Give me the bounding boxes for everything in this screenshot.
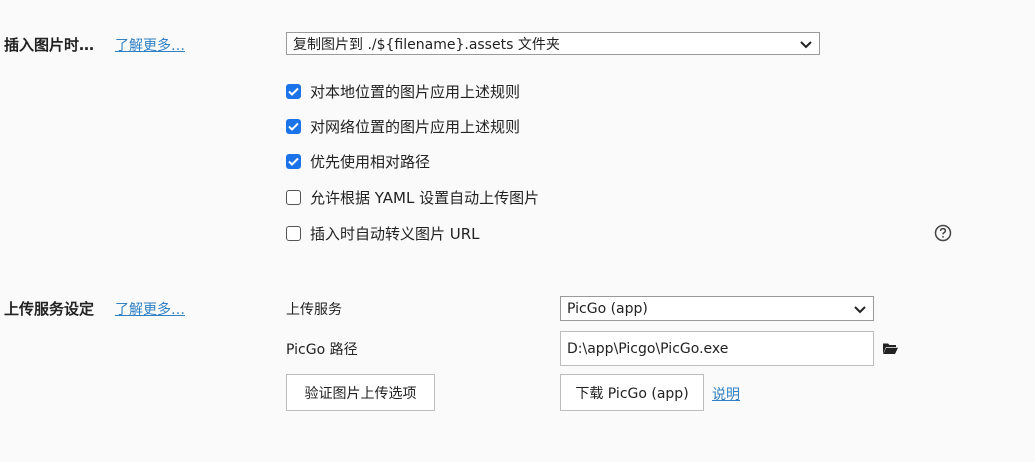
- insert-image-action-select[interactable]: 复制图片到 ./${filename}.assets 文件夹: [286, 32, 820, 55]
- checkbox[interactable]: [286, 226, 301, 241]
- picgo-path-input[interactable]: D:\app\Picgo\PicGo.exe: [560, 331, 874, 366]
- option-local-images[interactable]: 对本地位置的图片应用上述规则: [286, 81, 520, 102]
- insert-image-learn-more-link[interactable]: 了解更多…: [115, 35, 185, 55]
- option-label: 允许根据 YAML 设置自动上传图片: [310, 189, 540, 207]
- help-circle-icon[interactable]: [934, 224, 952, 242]
- option-label: 优先使用相对路径: [310, 153, 431, 171]
- upload-service-title: 上传服务设定: [4, 300, 95, 318]
- insert-image-action-value: 复制图片到 ./${filename}.assets 文件夹: [293, 36, 560, 53]
- chevron-down-icon: [800, 40, 812, 48]
- option-relative-path[interactable]: 优先使用相对路径: [286, 151, 430, 172]
- option-escape-url[interactable]: 插入时自动转义图片 URL: [286, 223, 480, 244]
- insert-image-title: 插入图片时…: [4, 36, 95, 54]
- checkmark-icon: [288, 87, 299, 96]
- upload-service-learn-more-link[interactable]: 了解更多…: [115, 299, 185, 319]
- checkbox[interactable]: [286, 154, 301, 169]
- checkmark-icon: [288, 157, 299, 166]
- option-label: 对网络位置的图片应用上述规则: [310, 118, 521, 136]
- option-label: 对本地位置的图片应用上述规则: [310, 83, 521, 101]
- checkbox[interactable]: [286, 190, 301, 205]
- chevron-down-icon: [854, 305, 866, 313]
- upload-service-select[interactable]: PicGo (app): [560, 296, 874, 321]
- upload-service-label: 上传服务: [286, 302, 342, 318]
- picgo-path-label: PicGo 路径: [286, 342, 358, 358]
- checkbox[interactable]: [286, 84, 301, 99]
- checkbox[interactable]: [286, 119, 301, 134]
- option-yaml-upload[interactable]: 允许根据 YAML 设置自动上传图片: [286, 187, 539, 208]
- explain-link[interactable]: 说明: [712, 384, 740, 404]
- picgo-path-value: D:\app\Picgo\PicGo.exe: [567, 340, 729, 357]
- verify-upload-options-button[interactable]: 验证图片上传选项: [286, 374, 435, 411]
- checkmark-icon: [288, 122, 299, 131]
- upload-service-value: PicGo (app): [567, 300, 648, 317]
- option-label: 插入时自动转义图片 URL: [310, 225, 480, 243]
- download-picgo-button[interactable]: 下载 PicGo (app): [560, 374, 704, 411]
- folder-icon[interactable]: [882, 342, 899, 355]
- option-network-images[interactable]: 对网络位置的图片应用上述规则: [286, 116, 520, 137]
